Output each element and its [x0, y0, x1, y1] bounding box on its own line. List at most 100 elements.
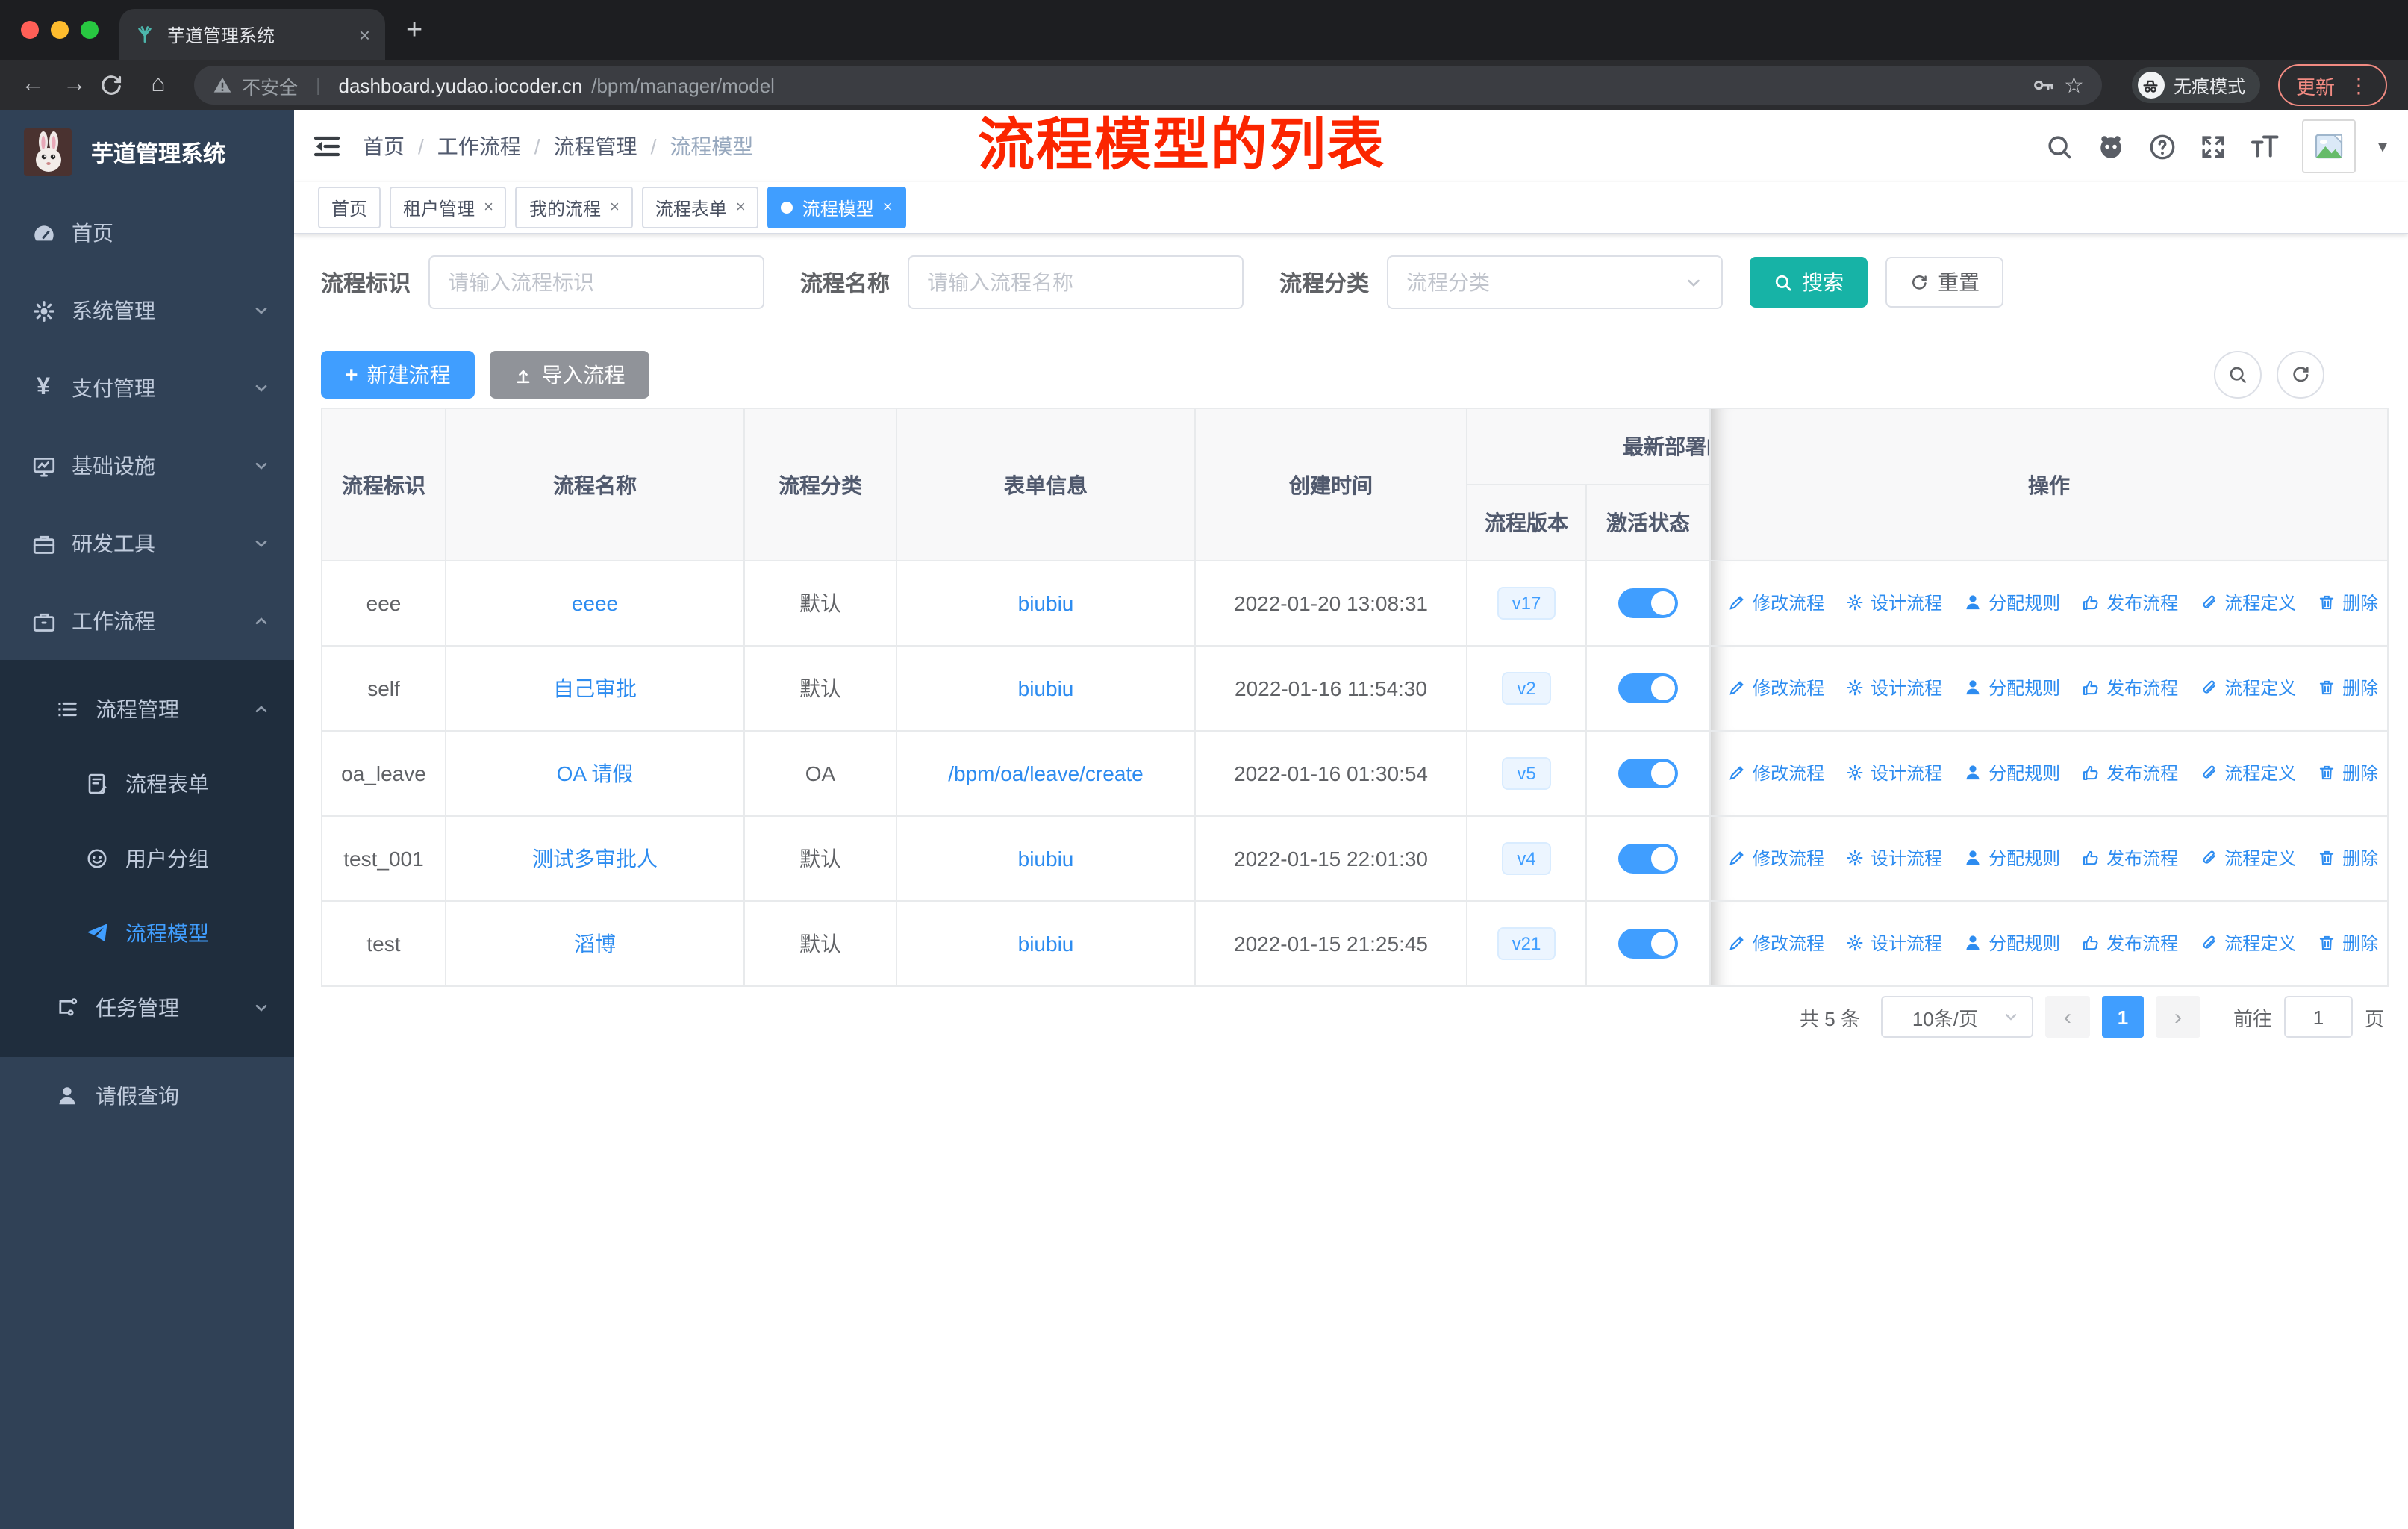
home-button[interactable]: ⌂	[140, 72, 176, 97]
action-delete[interactable]: 删除	[2317, 845, 2378, 871]
action-delete[interactable]: 删除	[2317, 675, 2378, 700]
breadcrumb-workflow[interactable]: 工作流程	[437, 131, 521, 161]
tag-process-form[interactable]: 流程表单 ×	[641, 187, 759, 228]
process-name-link[interactable]: OA 请假	[557, 762, 634, 785]
bookmark-star-icon[interactable]: ☆	[2064, 72, 2084, 99]
goto-page-input[interactable]	[2283, 996, 2353, 1038]
active-toggle[interactable]	[1618, 929, 1678, 959]
form-info-link[interactable]: /bpm/oa/leave/create	[948, 762, 1144, 785]
page-size-select[interactable]: 10条/页	[1880, 996, 2033, 1038]
form-info-link[interactable]: biubiu	[1018, 932, 1074, 956]
form-info-link[interactable]: biubiu	[1018, 676, 1074, 700]
next-page-button[interactable]: ›	[2155, 996, 2200, 1038]
minimize-window-button[interactable]	[51, 21, 69, 39]
process-name-input[interactable]	[908, 255, 1244, 309]
close-icon[interactable]: ×	[736, 199, 746, 217]
action-process-definition[interactable]: 流程定义	[2199, 930, 2296, 956]
reset-button[interactable]: 重置	[1885, 257, 2004, 308]
sidebar-item-system[interactable]: 系统管理	[0, 272, 294, 349]
caret-down-icon[interactable]: ▾	[2378, 136, 2387, 157]
sidebar-item-home[interactable]: 首页	[0, 194, 294, 272]
avatar[interactable]	[2301, 119, 2356, 173]
tab-close-icon[interactable]: ×	[359, 23, 370, 46]
process-id-input[interactable]	[428, 255, 765, 309]
process-name-link[interactable]: eeee	[572, 591, 618, 615]
zoom-window-button[interactable]	[81, 21, 99, 39]
breadcrumb-process-management[interactable]: 流程管理	[554, 131, 637, 161]
action-design-process[interactable]: 设计流程	[1845, 760, 1942, 785]
close-icon[interactable]: ×	[610, 199, 620, 217]
action-design-process[interactable]: 设计流程	[1845, 930, 1942, 956]
action-assign-rule[interactable]: 分配规则	[1963, 675, 2060, 700]
process-name-link[interactable]: 测试多审批人	[532, 847, 658, 871]
action-edit-process[interactable]: 修改流程	[1727, 930, 1824, 956]
action-assign-rule[interactable]: 分配规则	[1963, 590, 2060, 615]
sidebar-item-workflow[interactable]: 工作流程	[0, 582, 294, 660]
refresh-button[interactable]	[2277, 351, 2324, 399]
password-key-icon[interactable]	[2031, 73, 2055, 97]
sidebar-item-devtools[interactable]: 研发工具	[0, 505, 294, 582]
browser-tab[interactable]: 芋道管理系统 ×	[119, 9, 385, 60]
action-process-definition[interactable]: 流程定义	[2199, 590, 2296, 615]
action-publish-process[interactable]: 发布流程	[2081, 590, 2178, 615]
sidebar-item-leave-query[interactable]: 请假查询	[0, 1057, 294, 1135]
tag-home[interactable]: 首页	[318, 187, 381, 228]
action-publish-process[interactable]: 发布流程	[2081, 930, 2178, 956]
action-publish-process[interactable]: 发布流程	[2081, 845, 2178, 871]
active-toggle[interactable]	[1618, 844, 1678, 874]
address-bar[interactable]: 不安全 | dashboard.yudao.iocoder.cn/bpm/man…	[194, 66, 2102, 105]
action-edit-process[interactable]: 修改流程	[1727, 675, 1824, 700]
reload-button[interactable]	[99, 72, 134, 98]
new-tab-button[interactable]: +	[406, 16, 422, 44]
active-toggle[interactable]	[1618, 588, 1678, 618]
sidebar-item-user-group[interactable]: 用户分组	[0, 821, 294, 896]
collapse-sidebar-icon[interactable]	[312, 131, 342, 161]
action-delete[interactable]: 删除	[2317, 930, 2378, 956]
active-toggle[interactable]	[1618, 759, 1678, 788]
page-number-current[interactable]: 1	[2101, 996, 2144, 1038]
active-toggle[interactable]	[1618, 673, 1678, 703]
action-design-process[interactable]: 设计流程	[1845, 590, 1942, 615]
sidebar-item-process-model[interactable]: 流程模型	[0, 896, 294, 971]
action-assign-rule[interactable]: 分配规则	[1963, 930, 2060, 956]
update-chrome-button[interactable]: 更新 ⋮	[2277, 64, 2387, 106]
search-toggle-button[interactable]	[2214, 351, 2262, 399]
form-info-link[interactable]: biubiu	[1018, 847, 1074, 871]
action-assign-rule[interactable]: 分配规则	[1963, 760, 2060, 785]
search-button[interactable]: 搜索	[1750, 257, 1868, 308]
process-name-link[interactable]: 自己审批	[553, 676, 637, 700]
action-assign-rule[interactable]: 分配规则	[1963, 845, 2060, 871]
sidebar-item-infrastructure[interactable]: 基础设施	[0, 427, 294, 505]
action-publish-process[interactable]: 发布流程	[2081, 760, 2178, 785]
help-icon[interactable]	[2148, 132, 2177, 161]
sidebar-item-payment[interactable]: ¥ 支付管理	[0, 349, 294, 427]
action-delete[interactable]: 删除	[2317, 590, 2378, 615]
close-icon[interactable]: ×	[883, 199, 893, 217]
action-edit-process[interactable]: 修改流程	[1727, 760, 1824, 785]
import-process-button[interactable]: 导入流程	[489, 351, 649, 399]
close-window-button[interactable]	[21, 21, 39, 39]
close-icon[interactable]: ×	[484, 199, 493, 217]
browser-menu-icon[interactable]: ⋮	[2348, 72, 2369, 98]
sidebar-item-process-management[interactable]: 流程管理	[0, 672, 294, 747]
tag-tenant-management[interactable]: 租户管理 ×	[390, 187, 507, 228]
sidebar-item-process-form[interactable]: 流程表单	[0, 747, 294, 821]
process-category-select[interactable]: 流程分类	[1387, 255, 1724, 309]
action-publish-process[interactable]: 发布流程	[2081, 675, 2178, 700]
prev-page-button[interactable]: ‹	[2044, 996, 2090, 1038]
back-button[interactable]: ←	[15, 72, 51, 97]
breadcrumb-home[interactable]: 首页	[363, 131, 405, 161]
font-size-icon[interactable]	[2250, 131, 2280, 161]
github-icon[interactable]	[2096, 131, 2126, 161]
tag-my-process[interactable]: 我的流程 ×	[515, 187, 633, 228]
create-process-button[interactable]: + 新建流程	[321, 351, 475, 399]
action-edit-process[interactable]: 修改流程	[1727, 845, 1824, 871]
action-design-process[interactable]: 设计流程	[1845, 845, 1942, 871]
fullscreen-icon[interactable]	[2199, 132, 2227, 161]
forward-button[interactable]: →	[57, 72, 93, 97]
search-icon[interactable]	[2045, 132, 2074, 161]
action-delete[interactable]: 删除	[2317, 760, 2378, 785]
action-process-definition[interactable]: 流程定义	[2199, 845, 2296, 871]
sidebar-item-task-management[interactable]: 任务管理	[0, 971, 294, 1045]
action-process-definition[interactable]: 流程定义	[2199, 760, 2296, 785]
